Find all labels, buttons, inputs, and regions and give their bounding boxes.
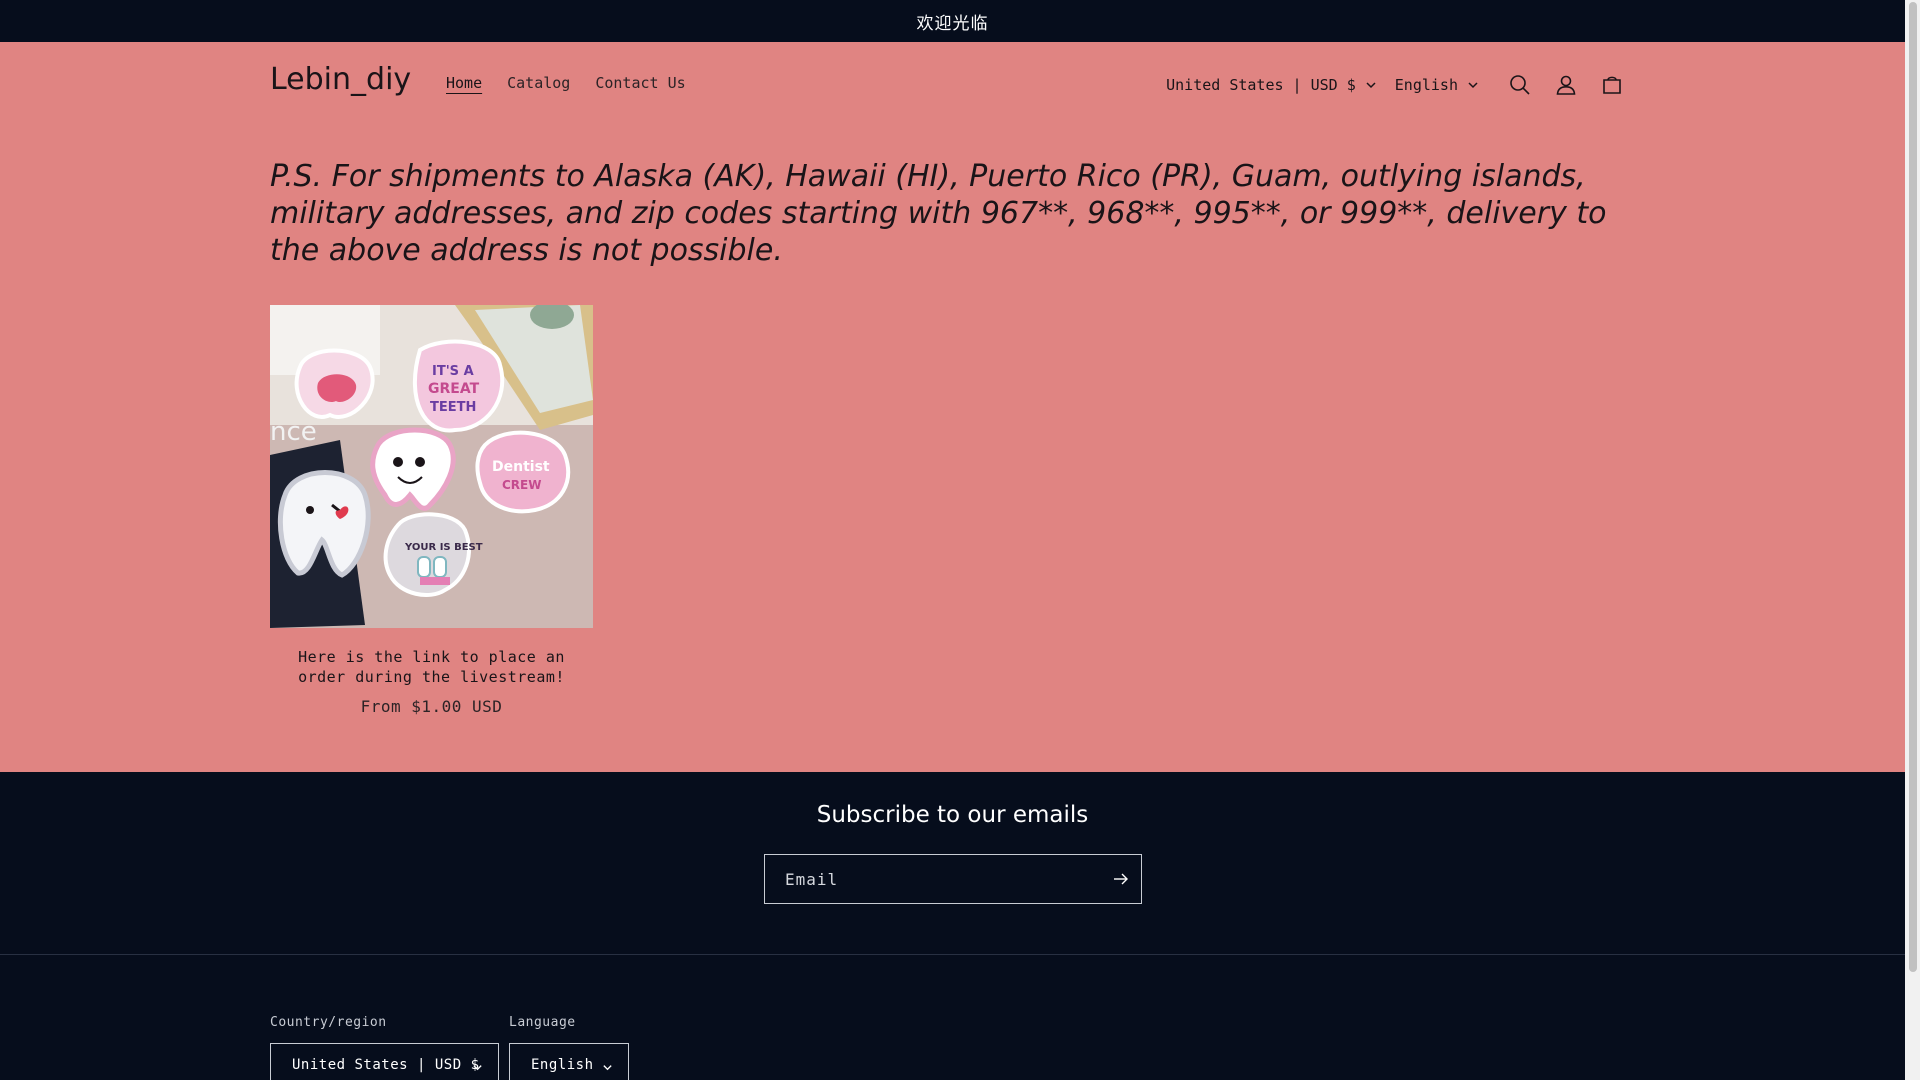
svg-text:GREAT: GREAT (428, 381, 480, 397)
language-selector[interactable]: English (1395, 76, 1479, 94)
product-card[interactable]: nce IT'S A GREAT TEETH Dentist CREW YOUR… (270, 305, 593, 716)
footer-country-selector[interactable]: United States | USD $ (270, 1043, 499, 1080)
chevron-down-icon (473, 1065, 482, 1071)
country-selector-label: United States | USD $ (1166, 76, 1356, 94)
subscribe-heading: Subscribe to our emails (816, 802, 1089, 828)
footer-country-value: United States | USD $ (292, 1057, 480, 1073)
arrow-right-icon (1114, 873, 1128, 885)
search-button[interactable] (1497, 64, 1543, 106)
chevron-down-icon (603, 1065, 612, 1071)
footer-divider (0, 954, 1905, 955)
country-region-label: Country/region (270, 1015, 387, 1030)
nav-item-contact-us[interactable]: Contact Us (595, 74, 685, 92)
chevron-down-icon (1468, 82, 1478, 89)
footer-language-value: English (531, 1057, 594, 1073)
svg-text:TEETH: TEETH (430, 400, 476, 415)
announcement-bar: 欢迎光临 (0, 0, 1905, 42)
newsletter-form (764, 854, 1142, 904)
main-nav: Home Catalog Contact Us (446, 74, 686, 92)
page: 欢迎光临 Lebin_diy Home Catalog Contact Us U… (0, 0, 1905, 1080)
scrollbar-thumb[interactable] (1909, 2, 1917, 972)
language-label: Language (509, 1015, 576, 1030)
site-logo[interactable]: Lebin_diy (270, 62, 411, 97)
cart-button[interactable] (1589, 64, 1635, 106)
svg-text:IT'S A: IT'S A (432, 364, 474, 379)
header-utilities: United States | USD $ English (1166, 64, 1635, 106)
footer: Subscribe to our emails Country/region U… (0, 772, 1905, 1080)
country-selector[interactable]: United States | USD $ (1166, 76, 1377, 94)
product-image[interactable]: nce IT'S A GREAT TEETH Dentist CREW YOUR… (270, 305, 593, 628)
cart-icon (1603, 76, 1621, 94)
email-field[interactable] (765, 855, 1101, 903)
svg-text:Dentist: Dentist (492, 459, 550, 475)
announcement-text: 欢迎光临 (916, 13, 989, 34)
subscribe-submit-button[interactable] (1101, 855, 1141, 903)
search-icon (1510, 75, 1530, 95)
language-selector-label: English (1394, 76, 1458, 94)
nav-item-home[interactable]: Home (446, 74, 482, 92)
dental-patches-photo: nce IT'S A GREAT TEETH Dentist CREW YOUR… (270, 305, 593, 628)
account-button[interactable] (1543, 64, 1589, 106)
footer-language-selector[interactable]: English (509, 1043, 629, 1080)
page-scrollbar[interactable] (1905, 0, 1920, 1080)
shipping-notice: P.S. For shipments to Alaska (AK), Hawai… (270, 159, 1607, 268)
svg-text:nce: nce (270, 417, 317, 447)
product-title-link[interactable]: Here is the link to place an order durin… (270, 647, 593, 687)
header: Lebin_diy Home Catalog Contact Us United… (0, 42, 1905, 126)
account-icon (1556, 75, 1576, 95)
chevron-down-icon (1366, 82, 1376, 89)
svg-text:YOUR IS BEST: YOUR IS BEST (404, 542, 483, 553)
product-price: From $1.00 USD (360, 697, 503, 716)
svg-text:CREW: CREW (502, 478, 541, 492)
nav-item-catalog[interactable]: Catalog (507, 74, 570, 92)
